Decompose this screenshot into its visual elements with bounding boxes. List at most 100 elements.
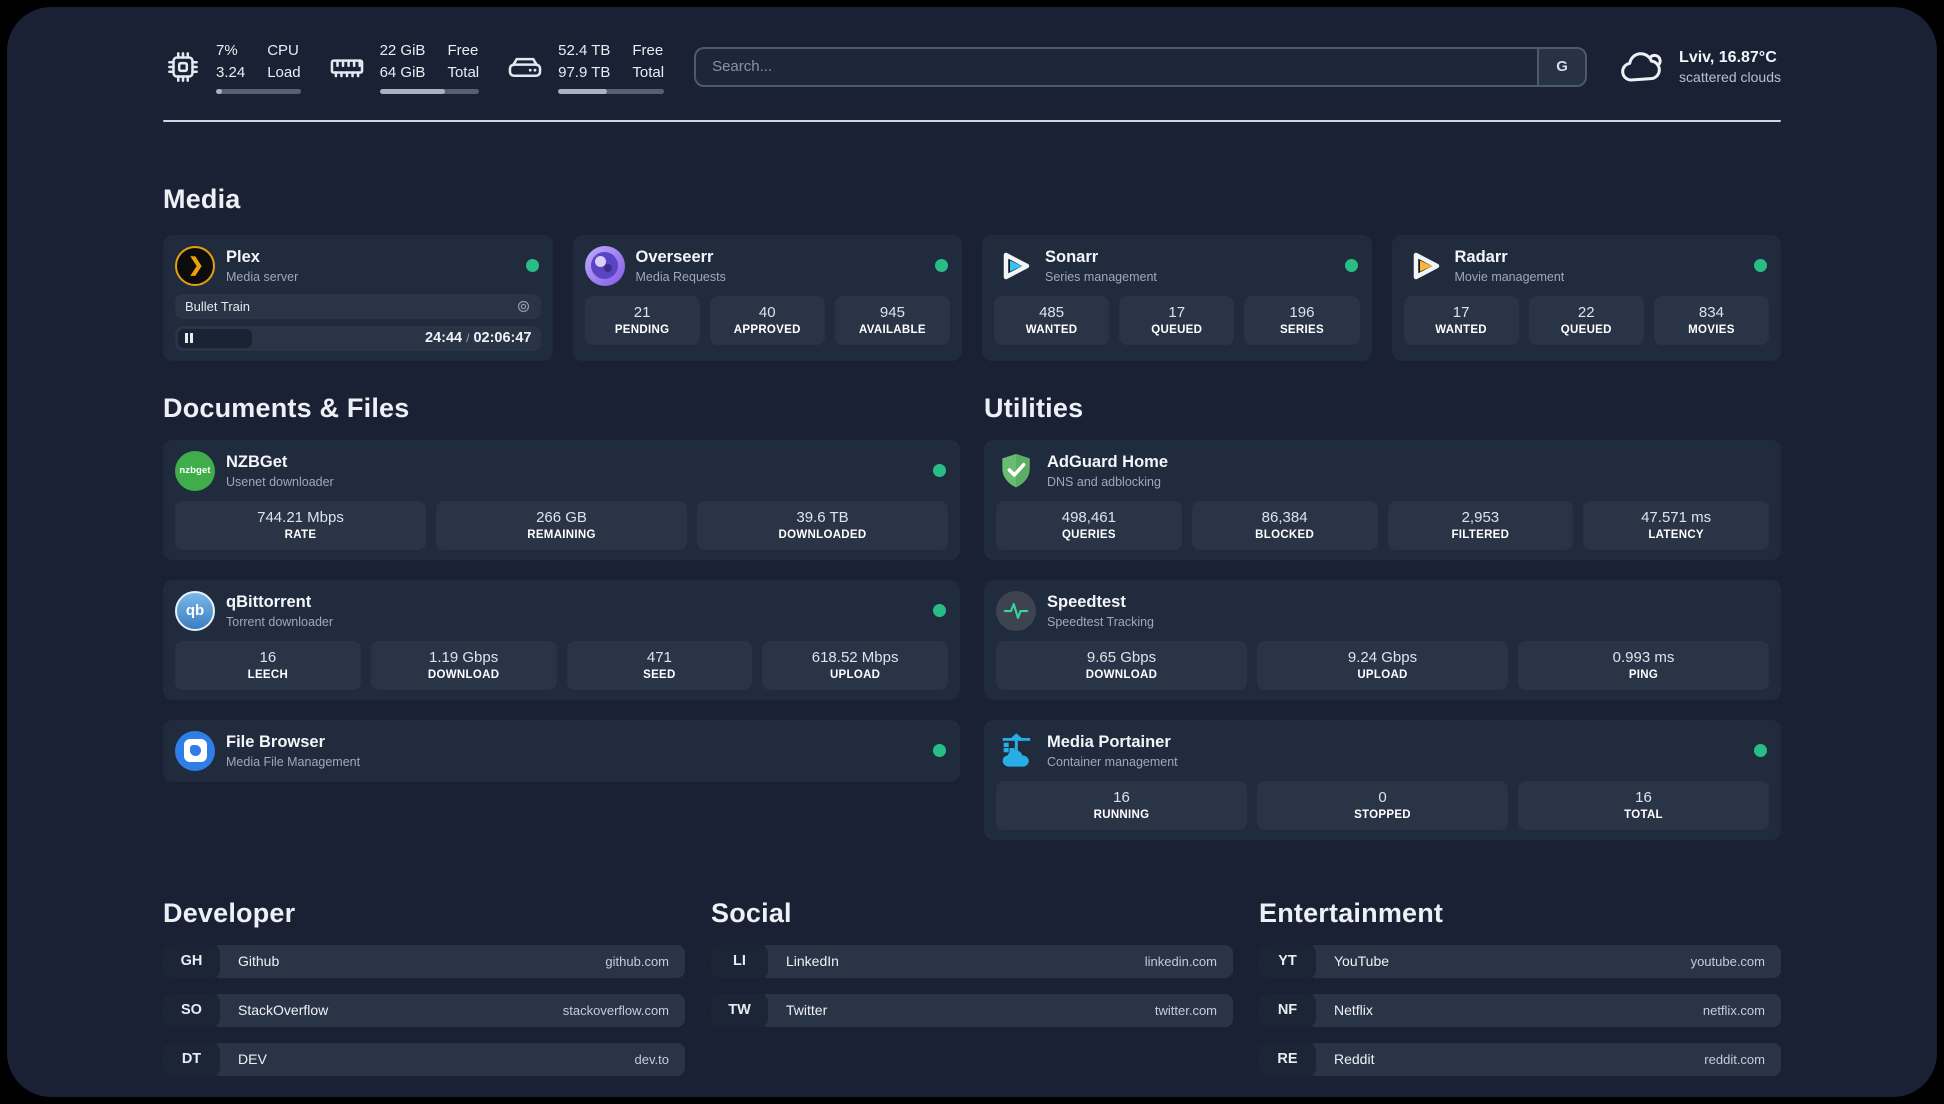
disk-total-label: Total [632,63,665,81]
qbittorrent-card[interactable]: qb qBittorrent Torrent downloader 16 LEE… [163,579,960,700]
stat-value: 618.52 Mbps [811,649,899,666]
stat-tile: 196 SERIES [1244,295,1360,345]
stat-label: WANTED [1435,324,1487,336]
stat-value: 47.571 ms [1641,509,1712,526]
search-engine-button[interactable]: G [1537,48,1586,85]
bookmark-group-developer: Developer GH Github github.com SO StackO… [163,898,685,1076]
portainer-icon [996,731,1036,771]
portainer-card[interactable]: Media Portainer Container management 16 … [984,719,1781,840]
status-dot [1344,259,1358,272]
card-title: File Browser [226,732,326,751]
stat-tile: 1.19 Gbps DOWNLOAD [370,640,557,690]
stat-tile: 16 TOTAL [1518,780,1769,830]
search-input[interactable] [696,48,1538,85]
card-subtitle: Media File Management [226,754,361,769]
plex-card[interactable]: ❯ Plex Media server Bullet Train 24:44 /… [163,234,553,361]
bookmark-github[interactable]: GH Github github.com [163,944,685,978]
memory-progress-fill [379,88,446,94]
bookmark-url: dev.to [634,1051,669,1067]
adguard-card[interactable]: AdGuard Home DNS and adblocking 498,461 … [984,439,1781,560]
overseerr-card[interactable]: Overseerr Media Requests 21 PENDING 40 A… [572,234,962,361]
bookmark-stackoverflow[interactable]: SO StackOverflow stackoverflow.com [163,993,685,1027]
stat-value: 0 [1378,789,1387,806]
stat-value: 16 [1113,789,1130,806]
cpu-icon [163,47,203,87]
speedtest-card[interactable]: Speedtest Speedtest Tracking 9.65 Gbps D… [984,579,1781,700]
stat-value: 21 [633,304,651,321]
memory-free-label: Free [447,42,479,59]
stat-tile: 86,384 BLOCKED [1191,500,1378,550]
cpu-load-value: 3.24 [216,63,246,81]
stat-value: 39.6 TB [796,509,849,526]
card-subtitle: DNS and adblocking [1047,474,1161,489]
elapsed-time: 24:44 [425,330,463,346]
bookmark-linkedin[interactable]: LI LinkedIn linkedin.com [711,944,1233,978]
bookmark-url: github.com [605,953,669,969]
stat-value: 471 [646,649,672,666]
stat-tile: 744.21 Mbps RATE [175,500,426,550]
top-bar: 7% 3.24 CPU Load 22 GiB 64 GiB Free Tota… [163,40,1781,94]
cpu-usage-label: CPU [267,42,299,59]
stat-value: 485 [1039,304,1065,321]
bookmark-reddit[interactable]: RE Reddit reddit.com [1259,1042,1781,1076]
stat-value: 9.65 Gbps [1086,649,1157,666]
bookmark-name: YouTube [1334,953,1390,969]
session-settings-icon[interactable] [516,299,531,314]
stat-label: LATENCY [1648,529,1704,541]
stat-value: 0.993 ms [1612,649,1675,666]
nzbget-icon: nzbget [175,450,215,491]
stat-tile: 498,461 QUERIES [996,500,1182,550]
stat-tile: 0 STOPPED [1257,780,1508,830]
filebrowser-card[interactable]: File Browser Media File Management [163,719,960,782]
utilities-column: Utilities AdGuard Home DNS and adblockin… [984,393,1781,840]
stat-label: BLOCKED [1255,529,1315,541]
stat-tile: 16 LEECH [175,640,361,690]
nzbget-card[interactable]: nzbget NZBGet Usenet downloader 744.21 M… [163,439,960,560]
bookmark-dev[interactable]: DT DEV dev.to [163,1042,685,1076]
stat-tile: 266 GB REMAINING [436,500,687,550]
stat-label: DOWNLOAD [1085,669,1158,681]
radarr-card[interactable]: Radarr Movie management 17 WANTED 22 QUE… [1391,234,1781,361]
disk-free-value: 52.4 TB [558,42,611,59]
stat-tile: 16 RUNNING [996,780,1247,830]
bookmark-abbr: GH [163,944,220,978]
bookmark-abbr: TW [711,993,768,1027]
stat-tile: 17 WANTED [1403,295,1519,345]
bookmark-youtube[interactable]: YT YouTube youtube.com [1259,944,1781,978]
sonarr-card[interactable]: Sonarr Series management 485 WANTED 17 Q… [982,234,1372,361]
stat-label: REMAINING [527,529,596,541]
stat-label: AVAILABLE [859,324,926,336]
bookmark-abbr: RE [1259,1042,1316,1076]
stat-label: SERIES [1279,324,1324,336]
stat-tile: 17 QUEUED [1119,295,1235,345]
card-subtitle: Container management [1047,754,1178,769]
media-grid: ❯ Plex Media server Bullet Train 24:44 /… [163,234,1781,361]
stat-label: WANTED [1025,324,1078,336]
stat-tile: 9.24 Gbps UPLOAD [1257,640,1508,690]
card-subtitle: Torrent downloader [226,614,334,629]
status-dot [1754,259,1767,272]
bookmark-netflix[interactable]: NF Netflix netflix.com [1259,993,1781,1027]
stat-label: TOTAL [1624,809,1663,821]
stat-label: QUEUED [1151,324,1203,336]
stat-label: DOWNLOAD [427,669,500,681]
bookmark-name: Twitter [786,1002,828,1018]
card-title: Overseerr [635,247,714,266]
weather-widget: Lviv, 16.87°C scattered clouds [1617,43,1781,91]
card-title: Radarr [1454,247,1508,266]
stat-value: 266 GB [536,509,587,526]
memory-total-value: 64 GiB [379,63,426,81]
bookmark-abbr: YT [1259,944,1316,978]
status-dot [1754,744,1767,757]
stat-tile: 39.6 TB DOWNLOADED [697,500,948,550]
bookmark-abbr: SO [163,993,220,1027]
stat-value: 17 [1168,304,1186,321]
overseerr-icon [584,245,625,286]
stat-label: QUEUED [1560,324,1612,336]
bookmark-twitter[interactable]: TW Twitter twitter.com [711,993,1233,1027]
playback-progress: 24:44 / 02:06:47 [175,325,541,351]
stat-value: 744.21 Mbps [257,509,344,526]
bookmark-name: StackOverflow [238,1002,329,1018]
stat-tile: 945 AVAILABLE [834,295,951,345]
card-title: qBittorrent [226,592,312,611]
